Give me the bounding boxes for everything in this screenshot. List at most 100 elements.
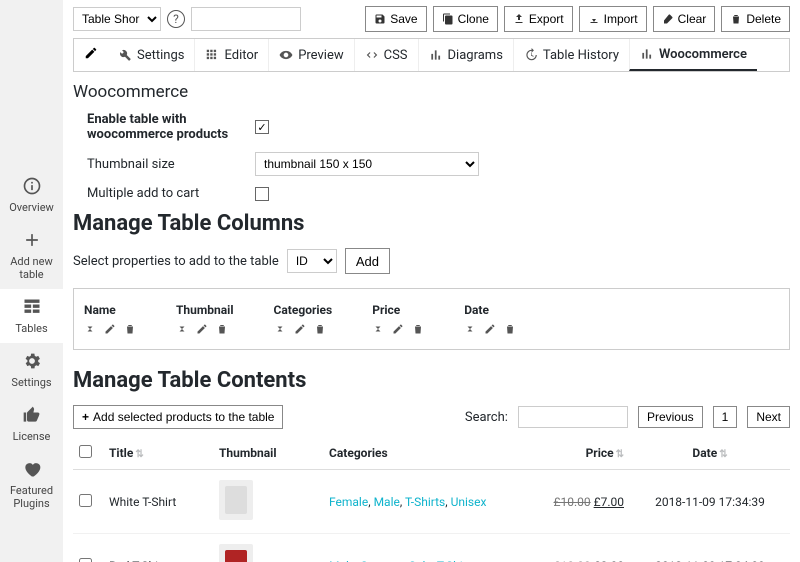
sidebar-item-featured-plugins[interactable]: Featured Plugins bbox=[0, 451, 63, 518]
sort-icon: ⇅ bbox=[135, 449, 143, 460]
admin-sidebar: Overview Add new table Tables Settings L… bbox=[0, 0, 63, 562]
thumbs-up-icon bbox=[4, 405, 59, 428]
edit-icon[interactable] bbox=[104, 323, 116, 335]
multiple-add-to-cart-checkbox[interactable] bbox=[255, 187, 269, 201]
column-item[interactable]: Price bbox=[372, 303, 424, 335]
edit-icon[interactable] bbox=[484, 323, 496, 335]
edit-icon[interactable] bbox=[392, 323, 404, 335]
row-checkbox[interactable] bbox=[79, 558, 92, 562]
previous-page-button[interactable]: Previous bbox=[638, 406, 703, 428]
trash-icon[interactable] bbox=[124, 323, 136, 335]
tab-css[interactable]: CSS bbox=[354, 39, 418, 71]
property-select[interactable]: ID bbox=[287, 249, 337, 273]
trash-icon bbox=[730, 13, 742, 25]
category-link[interactable]: Male bbox=[329, 559, 355, 562]
enable-woocommerce-label: Enable table with woocommerce products bbox=[87, 112, 255, 142]
sidebar-item-label: Overview bbox=[9, 201, 54, 214]
sidebar-item-label: Tables bbox=[15, 322, 47, 335]
chart-icon bbox=[429, 48, 443, 62]
import-button[interactable]: Import bbox=[579, 6, 647, 32]
help-icon[interactable]: ? bbox=[167, 10, 185, 28]
chart-icon bbox=[640, 47, 654, 61]
clear-button[interactable]: Clear bbox=[653, 6, 716, 32]
tab-preview[interactable]: Preview bbox=[268, 39, 353, 71]
category-link[interactable]: Summer Sale bbox=[361, 559, 432, 562]
column-item[interactable]: Name bbox=[84, 303, 136, 335]
category-link[interactable]: Male bbox=[374, 495, 400, 509]
select-all-checkbox[interactable] bbox=[79, 445, 92, 458]
add-selected-products-button[interactable]: +Add selected products to the table bbox=[73, 405, 283, 429]
move-icon[interactable] bbox=[464, 323, 476, 335]
delete-button[interactable]: Delete bbox=[721, 6, 790, 32]
category-link[interactable]: Female bbox=[329, 495, 368, 509]
clone-icon bbox=[442, 13, 454, 25]
product-thumbnail bbox=[219, 480, 253, 520]
move-icon[interactable] bbox=[274, 323, 286, 335]
eraser-icon bbox=[662, 13, 674, 25]
sidebar-item-label: Featured Plugins bbox=[10, 484, 53, 510]
main-content: Table Shor ? Save Clone Export Import Cl… bbox=[63, 0, 800, 562]
page-number[interactable]: 1 bbox=[713, 406, 738, 428]
section-title-manage-contents: Manage Table Contents bbox=[73, 368, 790, 393]
column-item[interactable]: Date bbox=[464, 303, 516, 335]
sidebar-item-overview[interactable]: Overview bbox=[0, 168, 63, 222]
title-input[interactable] bbox=[191, 7, 301, 31]
table-icon bbox=[4, 297, 59, 320]
move-icon[interactable] bbox=[372, 323, 384, 335]
tab-settings[interactable]: Settings bbox=[108, 39, 194, 71]
sort-icon: ⇅ bbox=[616, 449, 624, 460]
sidebar-item-license[interactable]: License bbox=[0, 397, 63, 451]
product-thumbnail bbox=[219, 544, 253, 562]
column-item[interactable]: Thumbnail bbox=[176, 303, 234, 335]
trash-icon[interactable] bbox=[504, 323, 516, 335]
column-name: Price bbox=[372, 303, 424, 317]
product-categories: Male, Summer Sale, T-Shirts bbox=[323, 534, 520, 562]
sidebar-item-tables[interactable]: Tables bbox=[0, 289, 63, 343]
tab-history[interactable]: Table History bbox=[513, 39, 629, 71]
add-column-button[interactable]: Add bbox=[345, 248, 390, 274]
category-link[interactable]: Unisex bbox=[451, 495, 487, 509]
move-icon[interactable] bbox=[84, 323, 96, 335]
enable-woocommerce-checkbox[interactable] bbox=[255, 120, 269, 134]
col-date[interactable]: Date bbox=[692, 446, 717, 460]
tab-woocommerce[interactable]: Woocommerce bbox=[629, 39, 757, 71]
column-item[interactable]: Categories bbox=[274, 303, 333, 335]
trash-icon[interactable] bbox=[216, 323, 228, 335]
thumbnail-size-label: Thumbnail size bbox=[87, 157, 255, 172]
search-input[interactable] bbox=[518, 406, 628, 428]
row-checkbox[interactable] bbox=[79, 494, 92, 507]
product-title: White T-Shirt bbox=[103, 470, 213, 534]
product-date: 2018-11-09 17:34:39 bbox=[630, 470, 790, 534]
sort-icon: ⇅ bbox=[719, 449, 727, 460]
export-button[interactable]: Export bbox=[504, 6, 573, 32]
col-price[interactable]: Price bbox=[586, 446, 614, 460]
product-price: £10.00 £8.00 bbox=[520, 534, 630, 562]
save-button[interactable]: Save bbox=[365, 6, 426, 32]
sidebar-item-settings[interactable]: Settings bbox=[0, 343, 63, 397]
plus-icon bbox=[4, 230, 59, 253]
move-icon[interactable] bbox=[176, 323, 188, 335]
sidebar-item-add-new-table[interactable]: Add new table bbox=[0, 222, 63, 289]
topbar: Table Shor ? Save Clone Export Import Cl… bbox=[73, 6, 790, 32]
tab-editor[interactable]: Editor bbox=[194, 39, 268, 71]
edit-icon[interactable] bbox=[294, 323, 306, 335]
tab-diagrams[interactable]: Diagrams bbox=[418, 39, 513, 71]
product-price: £10.00 £7.00 bbox=[520, 470, 630, 534]
col-title[interactable]: Title bbox=[109, 446, 133, 460]
trash-icon[interactable] bbox=[412, 323, 424, 335]
col-categories: Categories bbox=[329, 446, 388, 460]
wrench-icon bbox=[118, 48, 132, 62]
eye-icon bbox=[279, 48, 293, 62]
category-link[interactable]: T-Shirts bbox=[437, 559, 477, 562]
product-title: Red T-Shirt bbox=[103, 534, 213, 562]
category-link[interactable]: T-Shirts bbox=[405, 495, 445, 509]
history-icon bbox=[524, 48, 538, 62]
thumbnail-size-select[interactable]: thumbnail 150 x 150 bbox=[255, 152, 479, 176]
clone-button[interactable]: Clone bbox=[433, 6, 498, 32]
edit-icon[interactable] bbox=[196, 323, 208, 335]
table-selector[interactable]: Table Shor bbox=[73, 7, 161, 31]
trash-icon[interactable] bbox=[314, 323, 326, 335]
columns-box: Name Thumbnail Categories Price Date bbox=[73, 288, 790, 350]
table-row: White T-Shirt Female, Male, T-Shirts, Un… bbox=[73, 470, 790, 534]
next-page-button[interactable]: Next bbox=[747, 406, 790, 428]
